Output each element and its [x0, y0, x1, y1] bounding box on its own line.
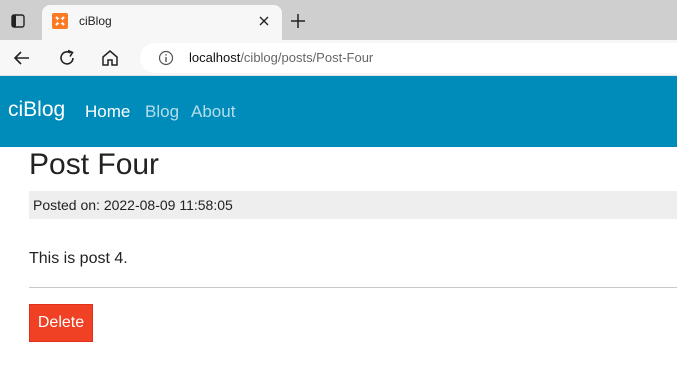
url-text[interactable]: localhost/ciblog/posts/Post-Four — [189, 50, 373, 65]
nav-link-home[interactable]: Home — [85, 102, 130, 122]
xampp-icon — [52, 13, 68, 29]
info-icon[interactable] — [158, 50, 174, 66]
nav-link-about[interactable]: About — [191, 102, 235, 122]
browser-toolbar: localhost/ciblog/posts/Post-Four — [0, 40, 677, 76]
reload-icon[interactable] — [56, 47, 78, 69]
url-host: localhost — [189, 50, 241, 65]
post-title: Post Four — [29, 148, 160, 181]
tab-title: ciBlog — [79, 14, 112, 28]
post-body: This is post 4. — [29, 250, 128, 267]
tab-actions-icon[interactable] — [9, 12, 27, 30]
browser-tab[interactable]: ciBlog — [42, 5, 282, 40]
url-path: /ciblog/posts/Post-Four — [240, 50, 374, 65]
delete-button[interactable]: Delete — [29, 304, 93, 342]
new-tab-icon[interactable] — [289, 12, 307, 30]
back-arrow-icon[interactable] — [11, 47, 33, 69]
site-navbar: ciBlog Home Blog About — [0, 76, 677, 147]
navbar-brand[interactable]: ciBlog — [8, 98, 65, 122]
browser-tab-strip: ciBlog — [0, 0, 677, 40]
post-meta: Posted on: 2022-08-09 11:58:05 — [29, 191, 677, 219]
address-bar[interactable]: localhost/ciblog/posts/Post-Four — [140, 43, 677, 73]
nav-link-blog[interactable]: Blog — [145, 102, 179, 122]
close-icon[interactable] — [256, 13, 272, 29]
post-date: Posted on: 2022-08-09 11:58:05 — [33, 197, 233, 213]
divider — [29, 287, 677, 288]
home-icon[interactable] — [99, 47, 121, 69]
